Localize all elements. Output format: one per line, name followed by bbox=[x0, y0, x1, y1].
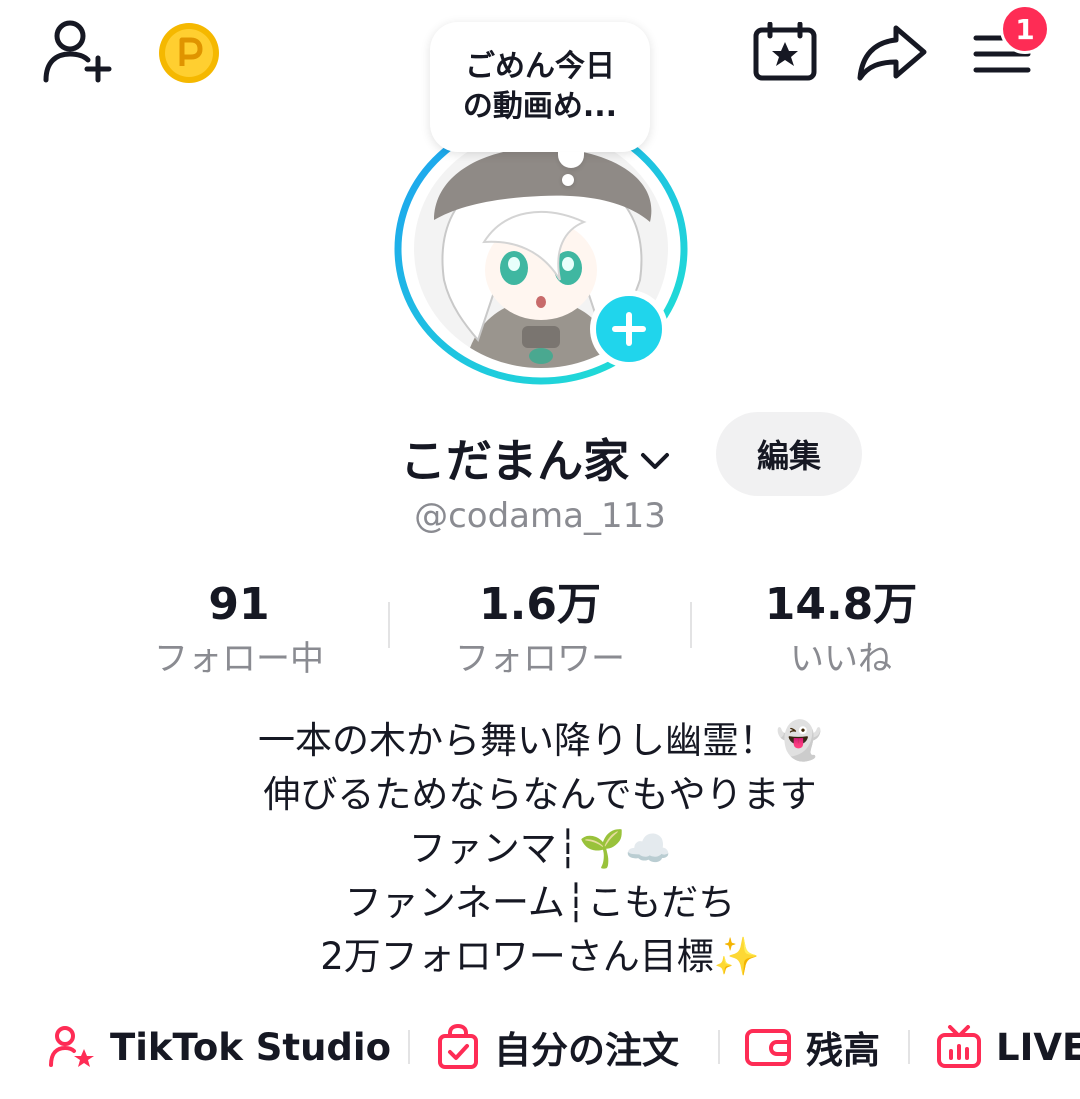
notification-badge: 1 bbox=[1000, 4, 1050, 54]
bio-line: 伸びるためならなんでもやります bbox=[263, 773, 817, 816]
add-friend-button[interactable] bbox=[40, 18, 116, 84]
person-star-icon bbox=[49, 1026, 94, 1067]
share-button[interactable] bbox=[856, 22, 928, 82]
bio-line: 一本の木から舞い降りし幽霊！👻 bbox=[257, 719, 823, 762]
status-note-bubble[interactable]: ごめん今日 の動画め... bbox=[430, 22, 650, 152]
edit-profile-button[interactable]: 編集 bbox=[716, 412, 862, 496]
bio-line: 2万フォロワーさん目標✨ bbox=[320, 935, 760, 978]
chevron-down-icon bbox=[641, 453, 670, 469]
bio: 一本の木から舞い降りし幽霊！👻 伸びるためならなんでもやります ファンマ┆🌱☁️… bbox=[0, 714, 1080, 984]
bio-line: ファンマ┆🌱☁️ bbox=[408, 827, 672, 870]
shopping-bag-icon bbox=[438, 1024, 478, 1069]
link-label: TikTok Studio bbox=[110, 1025, 392, 1069]
link-label: LIVE bbox=[996, 1025, 1080, 1069]
link-divider bbox=[408, 1030, 410, 1064]
stat-likes[interactable]: 14.8万 いいね bbox=[691, 578, 991, 682]
tiktok-studio-link[interactable]: TikTok Studio bbox=[48, 1018, 391, 1076]
status-note-text: ごめん今日 の動画め... bbox=[462, 49, 618, 124]
coin-button[interactable] bbox=[158, 22, 220, 84]
stat-value: 14.8万 bbox=[764, 579, 918, 630]
add-user-icon bbox=[43, 20, 112, 83]
stat-label: フォロワー bbox=[455, 639, 625, 679]
my-orders-link[interactable]: 自分の注文 bbox=[436, 1018, 679, 1076]
balance-link[interactable]: 残高 bbox=[744, 1018, 880, 1076]
link-label: 残高 bbox=[806, 1029, 880, 1072]
stat-following[interactable]: 91 フォロー中 bbox=[89, 578, 389, 682]
link-label: 自分の注文 bbox=[494, 1029, 679, 1072]
bubble-tail-dot bbox=[562, 174, 574, 186]
display-name: こだまん家 bbox=[400, 434, 630, 488]
stat-value: 91 bbox=[208, 579, 270, 630]
stat-followers[interactable]: 1.6万 フォロワー bbox=[390, 578, 690, 682]
link-divider bbox=[718, 1030, 720, 1064]
bio-line: ファンネーム┆こもだち bbox=[344, 881, 736, 924]
plus-icon bbox=[612, 312, 646, 346]
add-story-button[interactable] bbox=[590, 290, 668, 368]
link-divider bbox=[908, 1030, 910, 1064]
share-icon bbox=[857, 25, 927, 81]
live-link[interactable]: LIVE bbox=[936, 1018, 1080, 1076]
stat-label: フォロー中 bbox=[154, 639, 324, 679]
calendar-star-icon bbox=[753, 22, 817, 81]
stat-label: いいね bbox=[790, 639, 892, 679]
stat-value: 1.6万 bbox=[479, 579, 601, 630]
tv-icon bbox=[937, 1025, 981, 1068]
calendar-button[interactable] bbox=[752, 22, 818, 82]
display-name-row[interactable]: こだまん家 bbox=[400, 418, 671, 498]
wallet-icon bbox=[745, 1029, 791, 1066]
coin-icon bbox=[159, 23, 219, 83]
username: @codama_113 bbox=[414, 496, 666, 536]
